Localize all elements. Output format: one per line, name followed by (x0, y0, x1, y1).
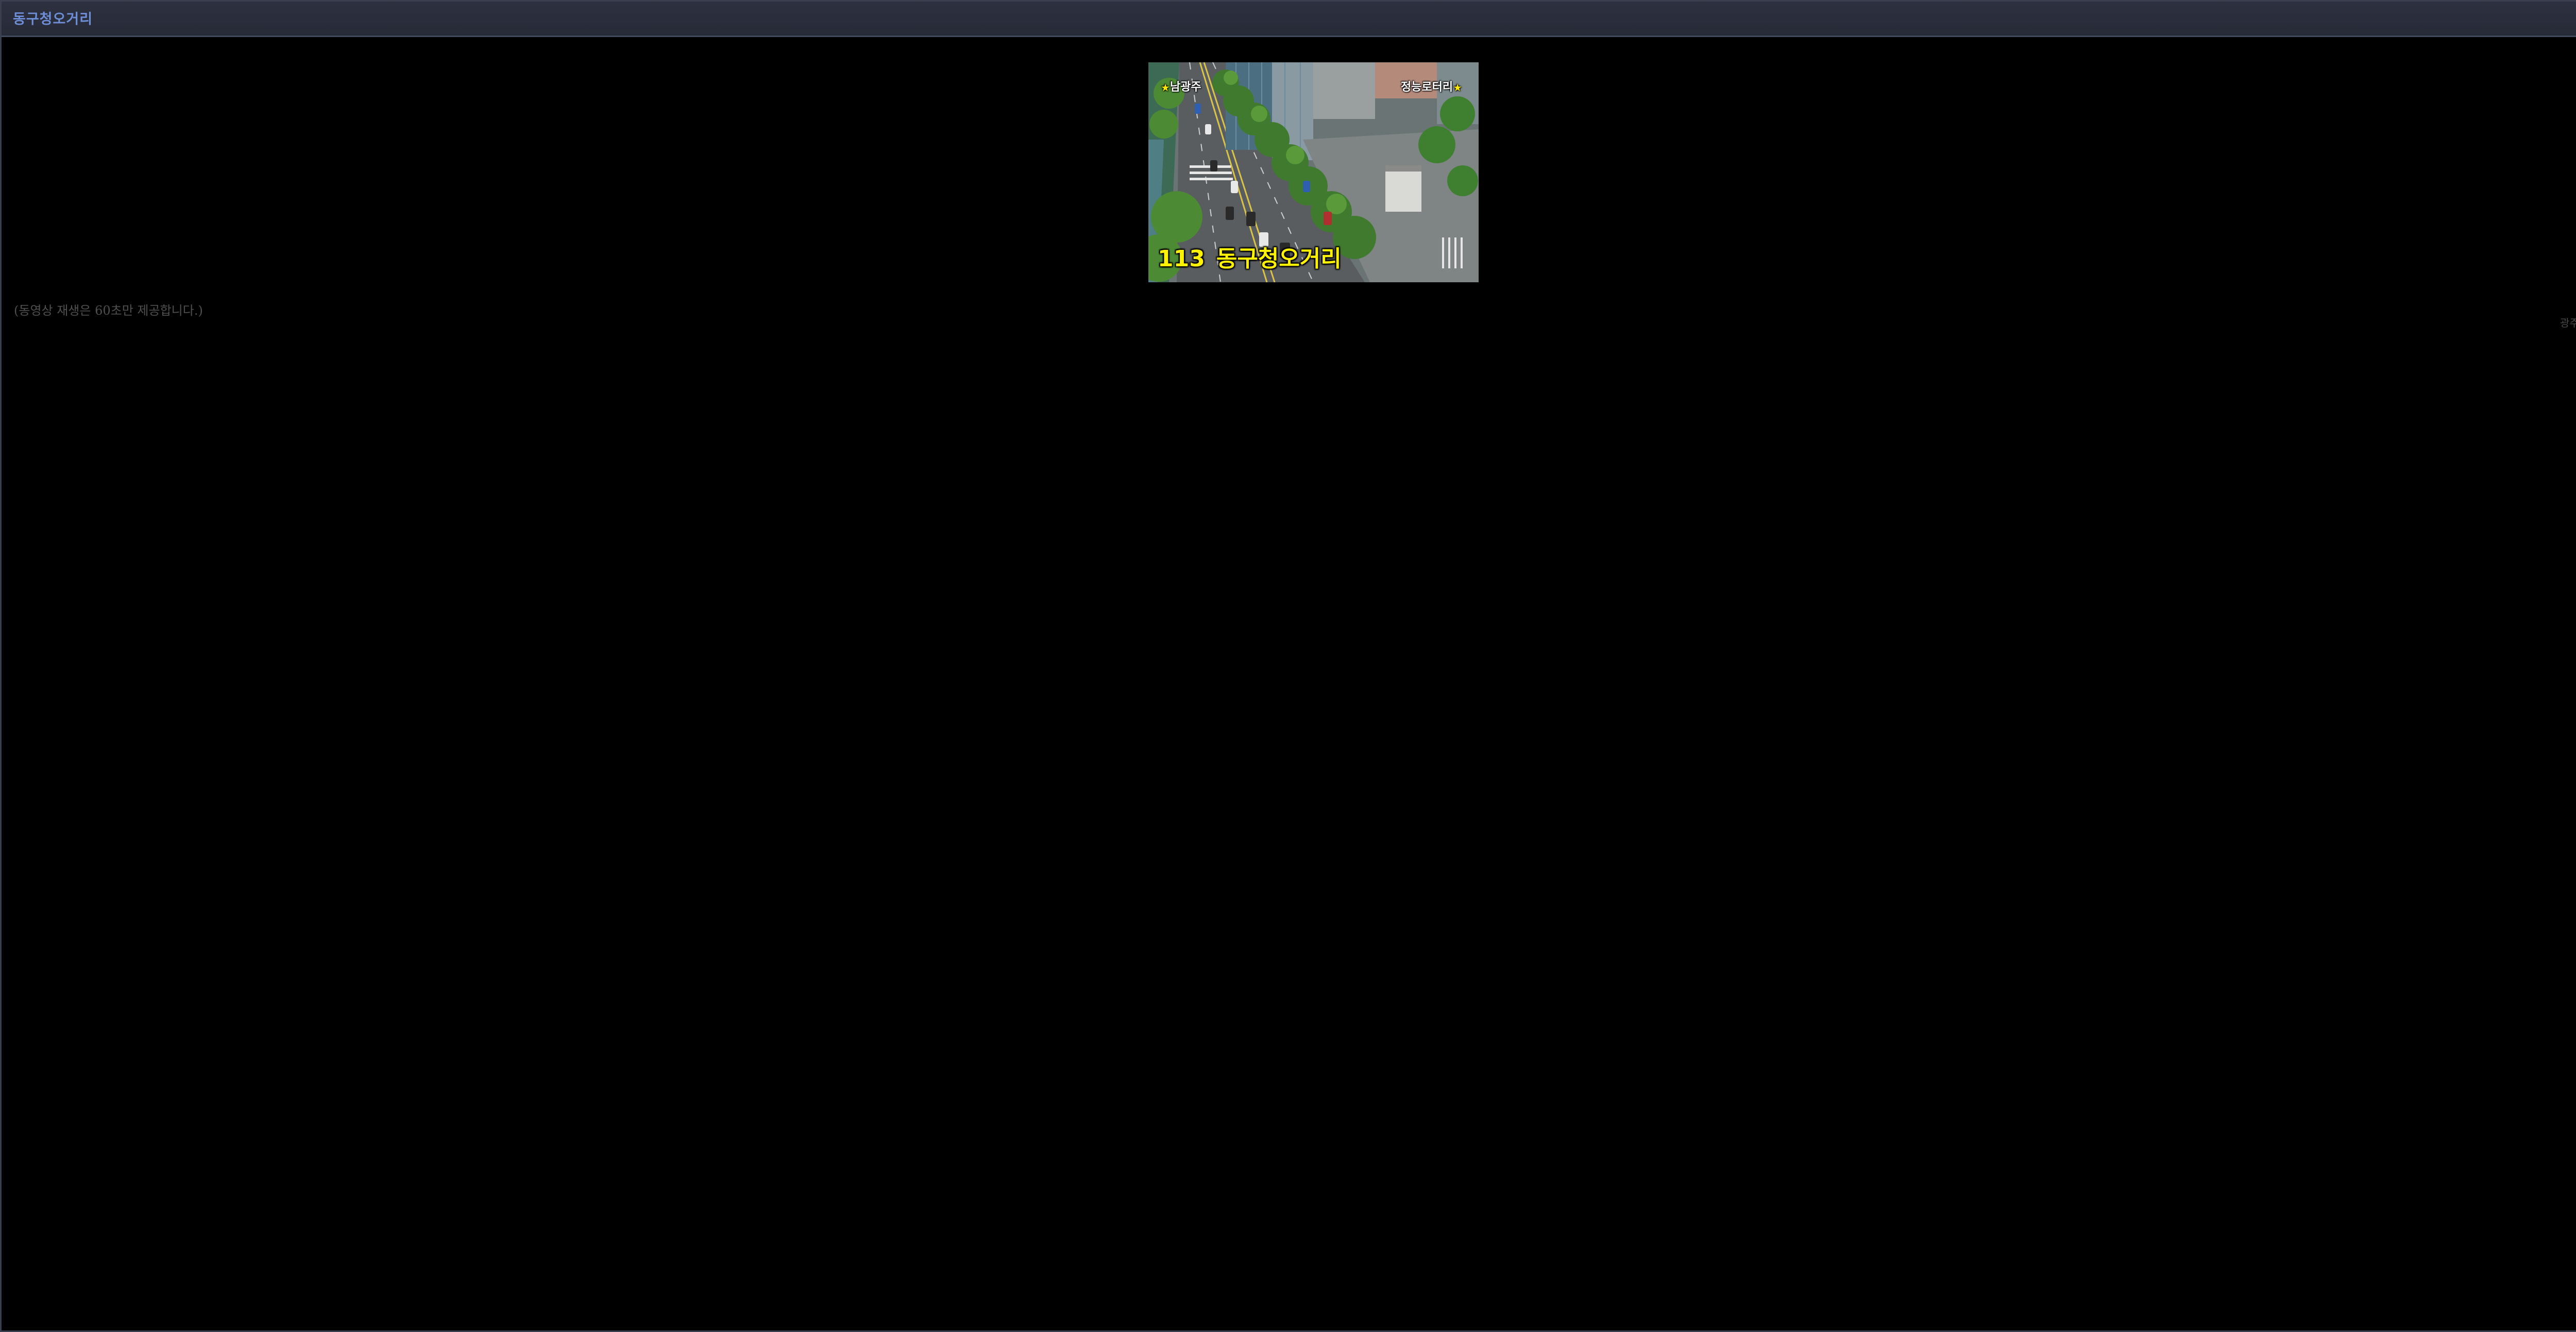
direction-label-right: 정능로터리★ (1401, 78, 1462, 94)
title-bar: 동구청오거리 (2, 2, 2576, 37)
window-title: 동구청오거리 (13, 11, 93, 27)
camera-name: 동구청오거리 (1216, 246, 1342, 272)
cctv-popup-window: 동구청오거리 ★남광주 정능로터리★ 113 동구청오거리 (동영상 재생은 6… (0, 0, 2576, 1332)
direction-left-text: 남광주 (1170, 81, 1201, 94)
direction-label-left: ★남광주 (1161, 78, 1201, 94)
cctv-video-frame[interactable]: ★남광주 정능로터리★ 113 동구청오거리 (1148, 62, 1479, 282)
playback-notice: (동영상 재생은 60초만 제공합니다.) (14, 303, 203, 318)
camera-caption: 113 동구청오거리 (1158, 240, 1353, 273)
star-marker-icon: ★ (1453, 81, 1462, 94)
agency-label: 광주광역시 (2560, 317, 2576, 329)
camera-number: 113 (1158, 246, 1205, 272)
star-marker-icon: ★ (1161, 81, 1170, 94)
direction-right-text: 정능로터리 (1400, 81, 1453, 94)
